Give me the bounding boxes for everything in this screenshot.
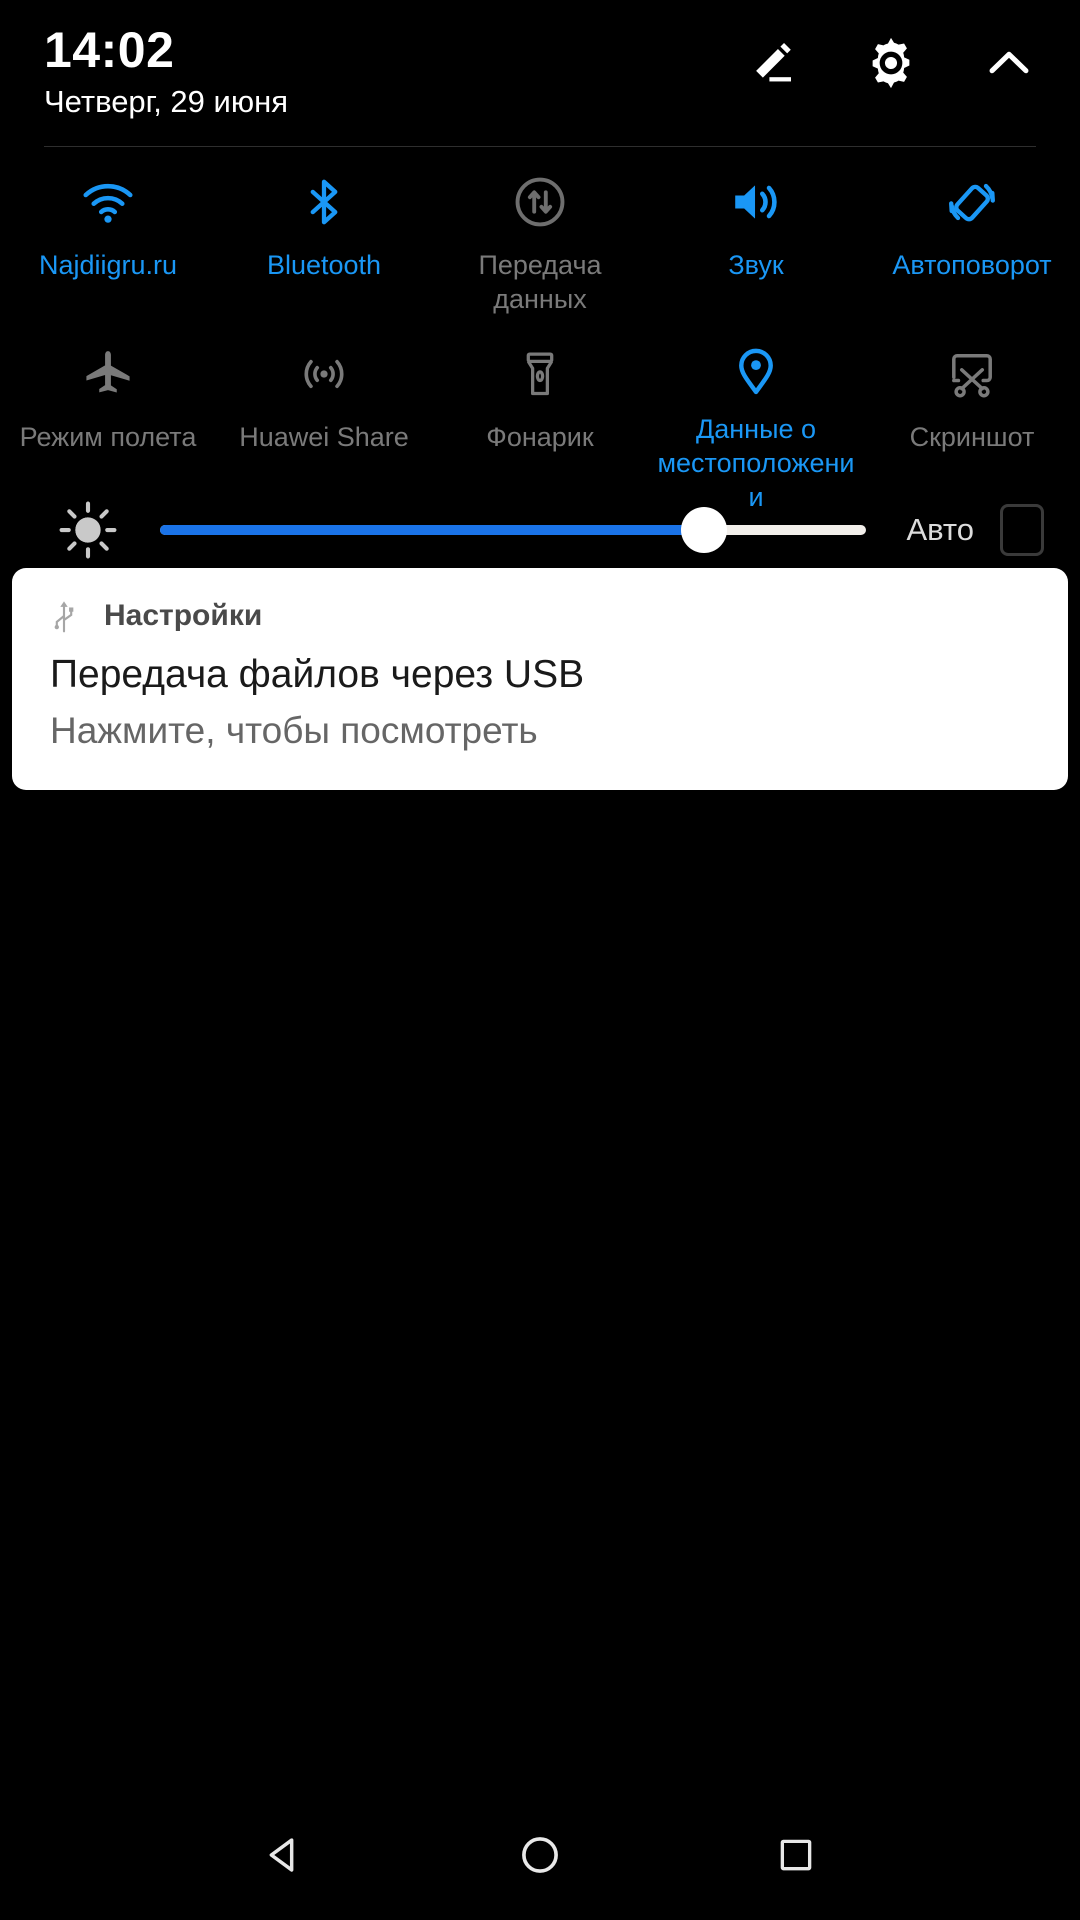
clock-date: Четверг, 29 июня	[44, 84, 288, 119]
tile-label: Huawei Share	[239, 422, 409, 452]
slider-fill	[160, 525, 704, 535]
tile-airplane-mode[interactable]: Режим полета	[0, 324, 216, 496]
tile-row-1: Najdiigru.ru Bluetooth Передача данных З…	[0, 152, 1080, 324]
status-header: 14:02 Четверг, 29 июня	[0, 0, 1080, 148]
tile-huawei-share[interactable]: Huawei Share	[216, 324, 432, 496]
clock-time: 14:02	[44, 22, 175, 78]
usb-icon	[46, 596, 82, 636]
flashlight-icon	[508, 342, 572, 406]
navigation-bar	[0, 1790, 1080, 1920]
sound-icon	[724, 170, 788, 234]
huawei-share-icon	[292, 342, 356, 406]
header-divider	[44, 146, 1036, 147]
screenshot-icon	[940, 342, 1004, 406]
tile-auto-rotate[interactable]: Автоповорот	[864, 152, 1080, 324]
clock-block: 14:02 Четверг, 29 июня	[44, 22, 288, 122]
notification-app-name: Настройки	[104, 599, 263, 632]
chevron-up-icon[interactable]	[978, 32, 1040, 94]
auto-rotate-icon	[940, 170, 1004, 234]
brightness-sun-icon	[50, 492, 126, 568]
notification-title: Передача файлов через USB	[50, 653, 585, 696]
tile-screenshot[interactable]: Скриншот	[864, 324, 1080, 496]
tile-label: Najdiigru.ru	[38, 250, 178, 280]
recents-icon[interactable]	[756, 1815, 836, 1895]
bluetooth-icon	[292, 170, 356, 234]
brightness-slider[interactable]	[160, 500, 867, 560]
gear-icon[interactable]	[860, 32, 922, 94]
airplane-icon	[76, 342, 140, 406]
wifi-icon	[76, 170, 140, 234]
tile-mobile-data[interactable]: Передача данных	[432, 152, 648, 324]
tile-label: Передача данных	[478, 250, 602, 314]
home-icon[interactable]	[500, 1815, 580, 1895]
auto-brightness-checkbox[interactable]	[1000, 504, 1044, 556]
slider-thumb[interactable]	[680, 507, 727, 553]
back-icon[interactable]	[244, 1815, 324, 1895]
tile-label: Режим полета	[19, 422, 197, 452]
mobile-data-icon	[508, 170, 572, 234]
tile-row-2: Режим полета Huawei Share Фонарик Данные…	[0, 324, 1080, 512]
tile-label: Скриншот	[909, 422, 1035, 452]
tile-location[interactable]: Данные о местоположении	[648, 324, 864, 512]
tile-bluetooth[interactable]: Bluetooth	[216, 152, 432, 324]
edit-icon[interactable]	[742, 32, 804, 94]
auto-brightness-label: Авто	[906, 512, 974, 547]
tile-sound[interactable]: Звук	[648, 152, 864, 324]
notification-header: Настройки	[46, 596, 1034, 636]
auto-brightness-control[interactable]: Авто	[906, 504, 1044, 556]
tile-label: Звук	[728, 250, 784, 280]
tiles-grid: Najdiigru.ru Bluetooth Передача данных З…	[0, 152, 1080, 512]
tile-wifi[interactable]: Najdiigru.ru	[0, 152, 216, 324]
brightness-row: Авто	[0, 480, 1080, 580]
tile-label: Автоповорот	[892, 250, 1052, 280]
tile-flashlight[interactable]: Фонарик	[432, 324, 648, 496]
notification-subtitle: Нажмите, чтобы посмотреть	[50, 710, 538, 751]
header-actions	[742, 32, 1040, 94]
location-pin-icon	[724, 342, 788, 398]
tile-label: Bluetooth	[266, 250, 382, 280]
quick-settings-panel: 14:02 Четверг, 29 июня Najdiigru.ru Blue…	[0, 0, 1080, 1920]
tile-label: Фонарик	[486, 422, 594, 452]
notification-card[interactable]: Настройки Передача файлов через USB Нажм…	[12, 568, 1068, 790]
